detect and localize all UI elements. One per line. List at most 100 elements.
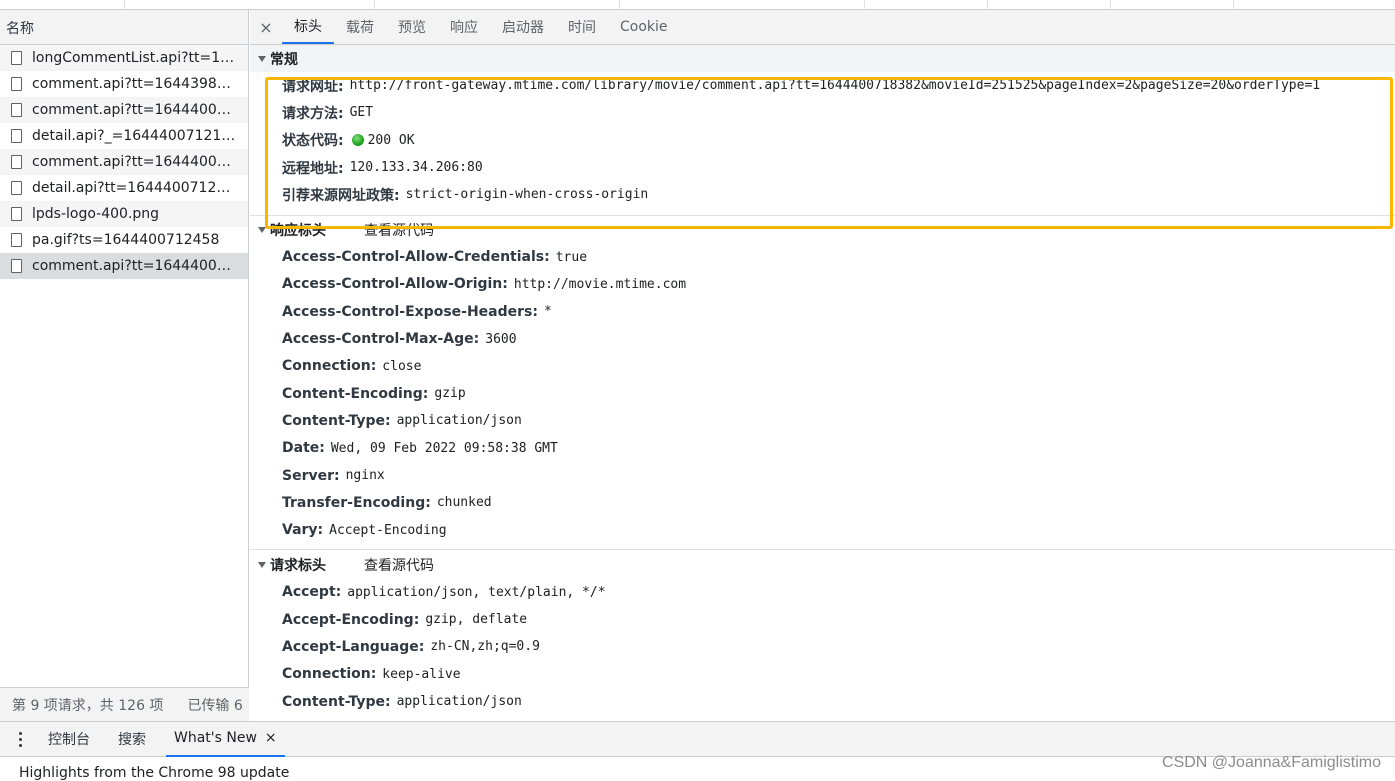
response-headers-header[interactable]: 响应标头 查看源代码 xyxy=(250,216,1395,243)
general-rows: 请求网址: http://front-gateway.mtime.com/libr… xyxy=(250,72,1395,215)
header-value: strict-origin-when-cross-origin xyxy=(405,187,649,203)
request-row[interactable]: comment.api?tt=1644400355312 xyxy=(0,97,248,123)
general-section-header[interactable]: 常规 xyxy=(250,45,1395,72)
request-row[interactable]: comment.api?tt=1644400718382 xyxy=(0,253,248,279)
close-drawer-tab-icon[interactable]: × xyxy=(265,730,277,746)
header-value: keep-alive xyxy=(382,666,461,682)
drawer-tab-1[interactable]: 搜索 xyxy=(110,721,154,757)
request-name: comment.api?tt=1644400718382 xyxy=(32,258,237,274)
expand-triangle-icon xyxy=(258,226,266,233)
file-icon xyxy=(11,181,22,195)
header-name: 状态代码: xyxy=(282,133,344,150)
header-value: true xyxy=(555,249,588,265)
header-row: Access-Control-Allow-Credentials: true xyxy=(250,243,1395,270)
header-name: Access-Control-Allow-Credentials: xyxy=(282,249,550,266)
header-name: Content-Encoding: xyxy=(282,385,429,402)
header-name: Accept-Encoding: xyxy=(282,611,420,628)
request-view-source-link[interactable]: 查看源代码 xyxy=(364,555,434,575)
tab-0[interactable]: 标头 xyxy=(282,10,334,44)
drawer-tab-bar: 控制台 搜索 What's New × xyxy=(0,721,1395,757)
header-name: Content-Type: xyxy=(282,412,391,429)
watermark: CSDN @Joanna&Famiglistimo xyxy=(1162,754,1381,771)
request-name: comment.api?tt=1644400712172 xyxy=(32,154,237,170)
header-row: Connection: close xyxy=(250,353,1395,380)
request-row[interactable]: detail.api?tt=1644400712249 xyxy=(0,175,248,201)
file-icon xyxy=(11,103,22,117)
file-icon xyxy=(11,207,22,221)
header-name: Connection: xyxy=(282,358,377,375)
header-row: 请求方法: GET xyxy=(250,99,1395,126)
request-headers-title: 请求标头 xyxy=(270,558,326,575)
header-value: 200 OK xyxy=(367,132,415,148)
header-name: Access-Control-Max-Age: xyxy=(282,331,480,348)
header-value: 3600 xyxy=(485,331,517,347)
response-header-rows: Access-Control-Allow-Credentials: true Acc… xyxy=(250,243,1395,548)
header-name: Server: xyxy=(282,467,340,484)
file-icon xyxy=(11,129,22,143)
header-value: chunked xyxy=(436,495,492,511)
request-row[interactable]: comment.api?tt=1644400712172 xyxy=(0,149,248,175)
header-name: Accept-Language: xyxy=(282,638,425,655)
header-name: Access-Control-Expose-Headers: xyxy=(282,303,538,320)
header-row: Content-Type: application/json xyxy=(250,688,1395,715)
request-name: detail.api?tt=1644400712249 xyxy=(32,180,237,196)
request-name: comment.api?tt=1644400355312 xyxy=(32,102,237,118)
request-headers-header[interactable]: 请求标头 查看源代码 xyxy=(250,552,1395,579)
request-list-panel: 名称 longCommentList.api?tt=1644400712165 c… xyxy=(0,10,249,721)
drawer-tab-2[interactable]: What's New × xyxy=(166,721,285,757)
header-row: Content-Type: application/json xyxy=(250,407,1395,434)
file-icon xyxy=(11,259,22,273)
header-name: Vary: xyxy=(282,522,324,539)
request-row[interactable]: lpds-logo-400.png xyxy=(0,201,248,227)
close-detail-button[interactable]: × xyxy=(250,10,282,44)
request-row[interactable]: detail.api?_=1644400712138 xyxy=(0,123,248,149)
tab-2[interactable]: 预览 xyxy=(386,10,438,44)
tab-5[interactable]: 时间 xyxy=(556,10,608,44)
header-value: http://front-gateway.mtime.com/library/m… xyxy=(349,78,1321,94)
request-detail-panel: × 标头 载荷 预览 响应 启动器 时间 Cookie 常规 请求网址: http://fro… xyxy=(250,10,1395,721)
header-name: Connection: xyxy=(282,666,377,683)
header-value: gzip, deflate xyxy=(425,612,528,628)
expand-triangle-icon xyxy=(258,562,266,569)
header-row: Accept-Language: zh-CN,zh;q=0.9 xyxy=(250,633,1395,660)
header-value: gzip xyxy=(434,386,466,402)
header-row: Server: nginx xyxy=(250,462,1395,489)
general-title: 常规 xyxy=(270,51,298,68)
tab-4[interactable]: 启动器 xyxy=(490,10,556,44)
drawer-tab-label: What's New xyxy=(174,730,257,746)
drawer-tab-label: 搜索 xyxy=(118,732,146,748)
header-value: zh-CN,zh;q=0.9 xyxy=(430,639,540,655)
header-row: Connection: keep-alive xyxy=(250,661,1395,688)
drawer-menu-icon[interactable] xyxy=(0,721,40,757)
header-name: Access-Control-Allow-Origin: xyxy=(282,276,508,293)
response-headers-section: 响应标头 查看源代码 Access-Control-Allow-Credenti… xyxy=(250,216,1395,550)
header-row: Vary: Accept-Encoding xyxy=(250,516,1395,543)
header-value: Wed, 09 Feb 2022 09:58:38 GMT xyxy=(330,440,558,456)
header-value: * xyxy=(543,304,552,320)
header-value: GET xyxy=(349,105,374,121)
response-view-source-link[interactable]: 查看源代码 xyxy=(364,220,434,240)
request-name: longCommentList.api?tt=1644400712165 xyxy=(32,50,237,66)
header-name: 请求方法: xyxy=(282,105,344,122)
header-value: close xyxy=(382,358,422,374)
header-name: Transfer-Encoding: xyxy=(282,494,431,511)
header-row: 请求网址: http://front-gateway.mtime.com/libr… xyxy=(250,72,1395,99)
tab-6[interactable]: Cookie xyxy=(608,10,680,44)
request-row[interactable]: longCommentList.api?tt=1644400712165 xyxy=(0,45,248,71)
header-name: Date: xyxy=(282,440,325,457)
header-row: 引荐来源网址政策: strict-origin-when-cross-origin xyxy=(250,181,1395,208)
request-summary-bar: 第 9 项请求，共 126 项 已传输 6 xyxy=(0,687,249,721)
header-row: 状态代码: 200 OK xyxy=(250,127,1395,154)
header-row: 远程地址: 120.133.34.206:80 xyxy=(250,154,1395,181)
header-name: 请求网址: xyxy=(282,78,344,95)
drawer-tab-0[interactable]: 控制台 xyxy=(40,721,98,757)
header-name: 引荐来源网址政策: xyxy=(282,187,400,204)
tab-3[interactable]: 响应 xyxy=(438,10,490,44)
request-row[interactable]: pa.gif?ts=1644400712458 xyxy=(0,227,248,253)
request-row[interactable]: comment.api?tt=1644398177239 xyxy=(0,71,248,97)
header-row: Access-Control-Expose-Headers: * xyxy=(250,298,1395,325)
request-headers-section: 请求标头 查看源代码 Accept: application/json, text… xyxy=(250,552,1395,715)
header-name: Accept: xyxy=(282,584,342,601)
tab-1[interactable]: 载荷 xyxy=(334,10,386,44)
name-column-header[interactable]: 名称 xyxy=(0,10,248,45)
